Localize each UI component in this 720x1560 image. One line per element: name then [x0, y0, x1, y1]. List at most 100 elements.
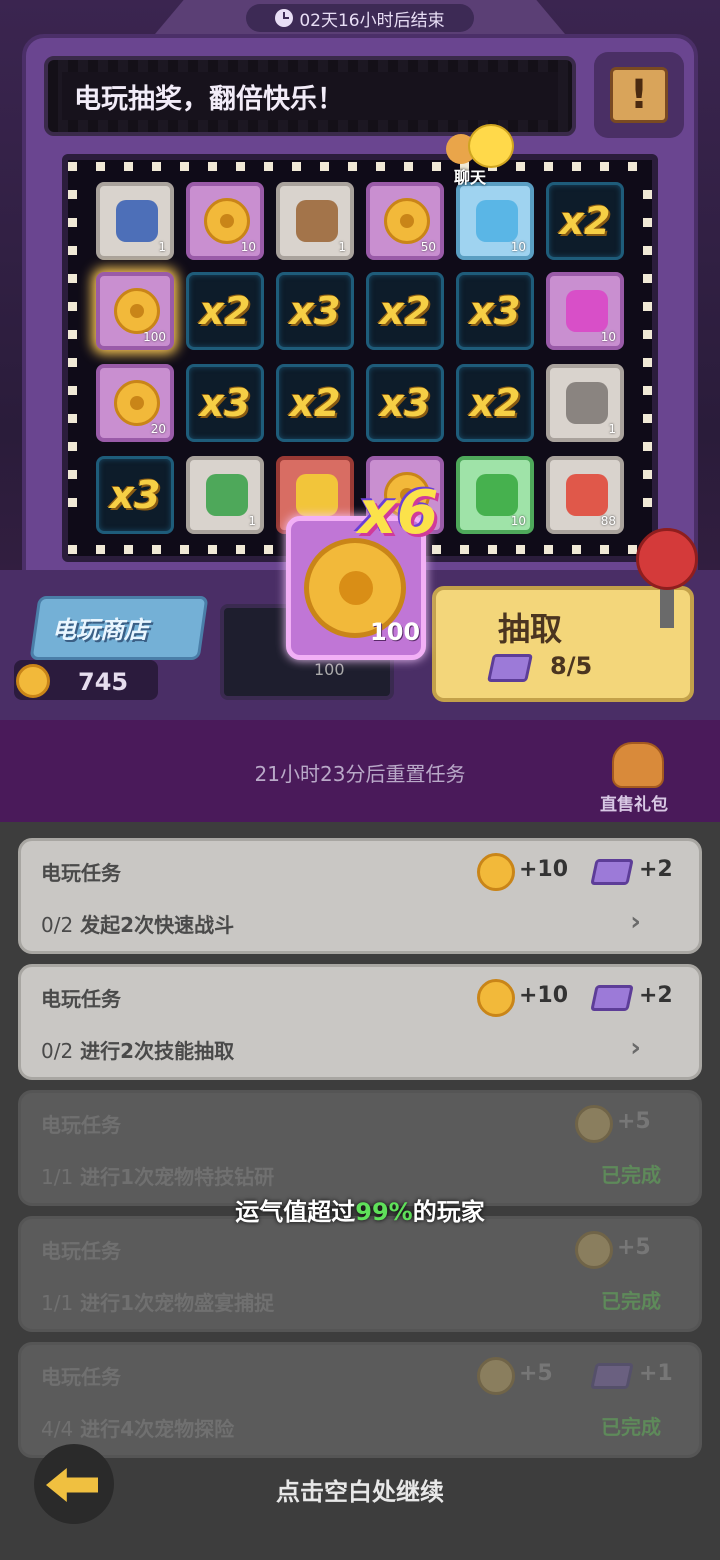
prize-tile: 1	[96, 182, 174, 260]
task-card[interactable]: 电玩任务 0/2 进行2次技能抽取 +10 +2 ›	[18, 964, 702, 1080]
multiplier-label: x2	[559, 199, 611, 243]
multiplier-tile: x3	[186, 364, 264, 442]
multiplier-tile: x2	[456, 364, 534, 442]
board-light	[68, 414, 77, 423]
multiplier-label: x3	[199, 381, 251, 425]
paw-coin-icon	[477, 1357, 515, 1395]
draw-label: 抽取	[498, 610, 563, 648]
multiplier-tile: x2	[276, 364, 354, 442]
coin-reward: +5	[519, 1361, 553, 1386]
board-light	[643, 330, 652, 339]
board-light	[572, 162, 581, 171]
board-light	[643, 274, 652, 283]
task-title: 电玩任务	[41, 1239, 121, 1263]
exclamation-icon: !	[610, 67, 668, 123]
board-light	[68, 246, 77, 255]
tile-count: 1	[338, 240, 346, 254]
board-light	[544, 162, 553, 171]
ticket-icon	[590, 985, 634, 1011]
paw-coin-icon	[114, 288, 160, 334]
board-light	[643, 302, 652, 311]
board-light	[643, 442, 652, 451]
multiplier-label: x3	[289, 289, 341, 333]
board-light	[292, 162, 301, 171]
board-light	[643, 386, 652, 395]
task-completed-label: 已完成	[601, 1289, 661, 1313]
task-progress: 0/2	[41, 1039, 74, 1063]
board-light	[236, 545, 245, 554]
board-light	[600, 545, 609, 554]
prize-tile: 1	[546, 364, 624, 442]
board-light	[152, 162, 161, 171]
task-completed-label: 已完成	[601, 1415, 661, 1439]
tile-count: 10	[510, 514, 526, 528]
tile-count: 1	[248, 514, 256, 528]
event-timer-text: 02天16小时后结束	[299, 10, 445, 31]
board-light	[488, 545, 497, 554]
task-title: 电玩任务	[41, 987, 121, 1011]
luck-suffix: 的玩家	[412, 1198, 485, 1226]
board-light	[320, 162, 329, 171]
board-light	[208, 545, 217, 554]
board-light	[643, 358, 652, 367]
multiplier-label: x2	[379, 289, 431, 333]
board-light	[68, 274, 77, 283]
multiplier-tile: x2	[186, 272, 264, 350]
board-light	[404, 162, 413, 171]
task-card[interactable]: 电玩任务 0/2 发起2次快速战斗 +10 +2 ›	[18, 838, 702, 954]
tile-count: 10	[600, 330, 616, 344]
prize-tile: 10	[456, 182, 534, 260]
arcade-machine: 02天16小时后结束 电玩抽奖，翻倍快乐！ ! 1 10 1 50 10 x2 100 x2 x…	[0, 0, 720, 720]
multiplier-label: x2	[469, 381, 521, 425]
paw-coin-icon	[477, 979, 515, 1017]
task-card: 电玩任务 4/4 进行4次宠物探险 +5 +1 已完成	[18, 1342, 702, 1458]
board-light	[208, 162, 217, 171]
chevron-right-icon[interactable]: ›	[630, 1033, 641, 1063]
chat-icon	[468, 124, 514, 168]
coin-balance: 745	[78, 668, 129, 696]
draw-button[interactable]	[432, 586, 694, 702]
board-light	[348, 162, 357, 171]
blue-paint-icon	[476, 200, 518, 242]
board-light	[68, 386, 77, 395]
multiplier-label: x2	[289, 381, 341, 425]
board-light	[643, 190, 652, 199]
chat-button[interactable]: 聊天	[440, 120, 520, 187]
coin-reward: +10	[519, 983, 569, 1008]
prize-tile: 1	[276, 182, 354, 260]
prize-tile: 20	[96, 364, 174, 442]
board-light	[68, 330, 77, 339]
board-light	[68, 442, 77, 451]
board-light	[643, 218, 652, 227]
paw-coin-icon	[384, 198, 430, 244]
ticket-icon	[487, 654, 533, 682]
board-light	[96, 162, 105, 171]
tile-count: 88	[600, 514, 616, 528]
chevron-right-icon[interactable]: ›	[630, 907, 641, 937]
task-title: 电玩任务	[41, 1365, 121, 1389]
prize-tile: 100	[96, 272, 174, 350]
tile-count: 10	[510, 240, 526, 254]
clock-icon	[275, 9, 294, 27]
board-light	[68, 545, 77, 554]
task-desc-text: 进行1次宠物特技钻研	[80, 1165, 275, 1189]
board-light	[68, 190, 77, 199]
task-title: 电玩任务	[41, 861, 121, 885]
banner-text: 电玩抽奖，翻倍快乐！	[62, 72, 558, 120]
video-card-icon	[296, 200, 338, 242]
board-light	[628, 162, 637, 171]
info-button[interactable]: !	[594, 52, 684, 138]
board-light	[376, 162, 385, 171]
ticket-count: 8/5	[550, 652, 593, 680]
joystick-lever[interactable]	[636, 528, 698, 590]
coin-reward: +5	[617, 1235, 651, 1260]
prize-count: 100	[370, 618, 421, 646]
board-light	[643, 414, 652, 423]
tile-count: 1	[608, 422, 616, 436]
gift-bag-icon[interactable]	[612, 742, 664, 788]
ticket-icon	[590, 1363, 634, 1389]
board-light	[68, 218, 77, 227]
pink-paint-icon	[566, 290, 608, 332]
green-card-icon	[206, 474, 248, 516]
ticket-reward: +1	[639, 1361, 673, 1386]
